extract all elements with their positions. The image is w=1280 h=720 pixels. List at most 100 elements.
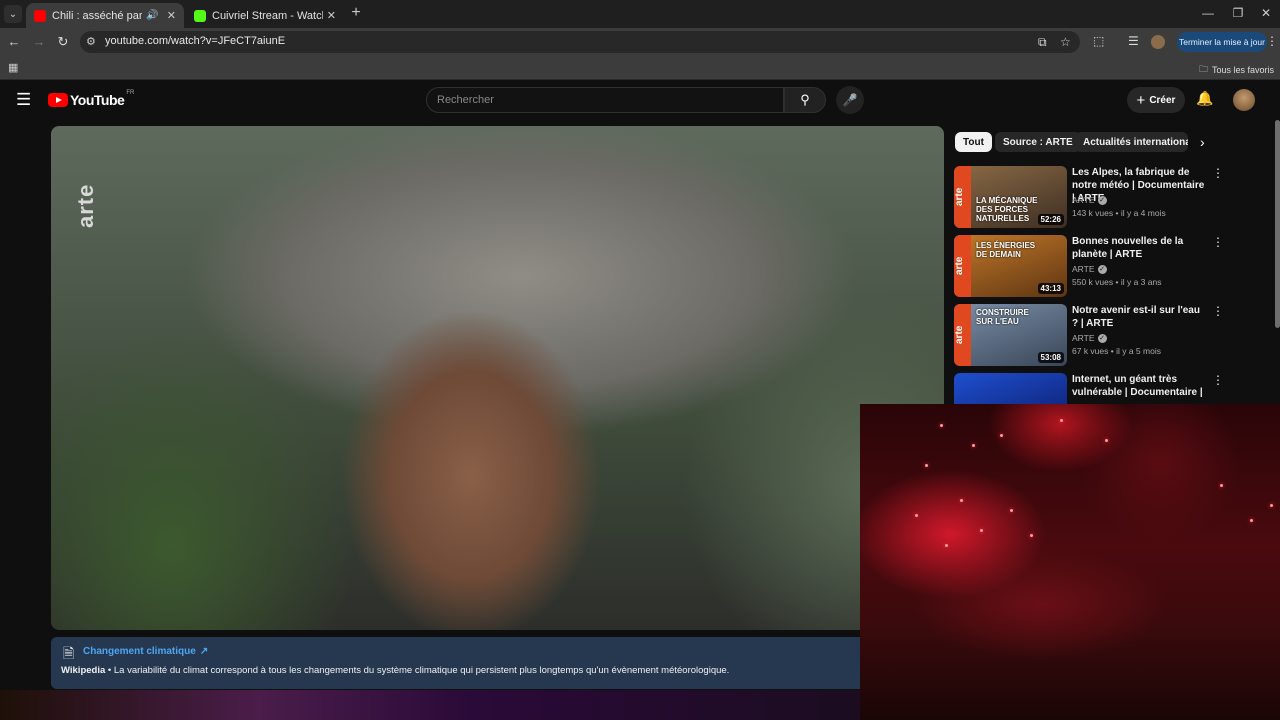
site-info-icon[interactable]: ⚙ [86, 35, 96, 48]
search-button[interactable]: ⚲ [784, 87, 826, 113]
info-panel: 🗎 Changement climatique ↗ Wikipedia • La… [51, 637, 944, 689]
address-toolbar: ← → ↻ ⚙ youtube.com/watch?v=JFeCT7aiunE … [0, 28, 1280, 56]
close-tab-icon[interactable]: ✕ [167, 9, 176, 22]
video-duration: 52:26 [1037, 214, 1064, 225]
fairy-light [925, 464, 928, 467]
tab-youtube[interactable]: Chili : asséché par les data c 🔊 ✕ [26, 3, 184, 28]
reading-list-icon[interactable]: ☰ [1128, 34, 1139, 48]
external-link-icon: ↗ [199, 646, 209, 657]
video-thumbnail[interactable]: arte LA MÉCANIQUE DES FORCES NATURELLES … [954, 166, 1067, 228]
microphone-icon: 🎤 [842, 93, 858, 107]
info-panel-link[interactable]: Changement climatique ↗ [83, 646, 208, 657]
channel-name[interactable]: ARTE ✓ [1072, 333, 1107, 343]
close-tab-icon[interactable]: ✕ [327, 9, 336, 22]
menu-icon[interactable]: ☰ [16, 90, 31, 110]
restore-icon[interactable]: ❐ [1228, 6, 1248, 20]
thumbnail-caption: CONSTRUIRE SUR L'EAU [976, 308, 1029, 326]
recommendation-item[interactable]: Internet, un géant très vulnérable | Doc… [954, 373, 1234, 405]
minimize-icon[interactable]: — [1198, 6, 1218, 20]
fairy-light [980, 529, 983, 532]
tab-kick-stream[interactable]: Cuivriel Stream - Watch Live on ✕ [186, 3, 344, 28]
chip-source-arte[interactable]: Source : ARTE [995, 132, 1081, 152]
arte-stripe: arte [954, 235, 971, 297]
fairy-light [915, 514, 918, 517]
video-title[interactable]: Bonnes nouvelles de la planète | ARTE [1072, 235, 1206, 261]
youtube-logo[interactable]: YouTube FR [48, 90, 134, 108]
youtube-header: ☰ YouTube FR ⚲ 🎤 + Créer 🔔 [0, 80, 1280, 120]
user-avatar[interactable] [1233, 89, 1255, 111]
more-options-icon[interactable]: ⋮ [1212, 235, 1224, 249]
fairy-light [972, 444, 975, 447]
extensions-icon[interactable]: ⬚ [1093, 34, 1104, 48]
search-box[interactable] [426, 87, 784, 113]
voice-search-button[interactable]: 🎤 [836, 86, 864, 114]
video-duration: 53:08 [1037, 352, 1064, 363]
profile-avatar[interactable] [1151, 35, 1165, 49]
video-title[interactable]: Notre avenir est-il sur l'eau ? | ARTE [1072, 304, 1206, 330]
channel-name[interactable]: ARTE ✓ [1072, 264, 1107, 274]
cast-icon[interactable]: ⧉ [1038, 35, 1047, 50]
ambient-background [0, 690, 860, 720]
video-meta: 67 k vues • il y a 5 mois [1072, 346, 1161, 356]
upload-age: il y a 3 ans [1120, 277, 1162, 287]
folder-icon: 🗀 [1198, 64, 1208, 74]
video-thumbnail[interactable]: arte LES ÉNERGIES DE DEMAIN 43:13 [954, 235, 1067, 297]
tab-search-icon[interactable]: ⌄ [4, 5, 22, 23]
arte-stripe: arte [954, 304, 971, 366]
info-panel-title: Changement climatique [83, 646, 196, 657]
youtube-favicon-icon [34, 9, 46, 22]
close-window-icon[interactable]: ✕ [1256, 6, 1276, 20]
notifications-bell-icon[interactable]: 🔔 [1196, 90, 1213, 107]
create-label: Créer [1149, 94, 1176, 106]
verified-icon: ✓ [1097, 195, 1107, 205]
recommendation-item[interactable]: arte LA MÉCANIQUE DES FORCES NATURELLES … [954, 166, 1234, 228]
document-icon: 🗎 [63, 645, 75, 661]
apps-grid-icon[interactable]: ▦ [8, 61, 18, 74]
chevron-right-icon[interactable]: › [1200, 134, 1205, 150]
info-source: Wikipedia [61, 665, 106, 676]
search-input[interactable] [427, 88, 783, 112]
channel-label: ARTE [1072, 195, 1095, 205]
update-button[interactable]: Terminer la mise à jour [1177, 32, 1267, 52]
forward-icon[interactable]: → [31, 34, 47, 50]
new-tab-icon[interactable]: + [348, 5, 364, 21]
more-options-icon[interactable]: ⋮ [1212, 304, 1224, 318]
search-icon: ⚲ [800, 92, 810, 107]
video-title[interactable]: Internet, un géant très vulnérable | Doc… [1072, 373, 1206, 405]
verified-icon: ✓ [1097, 333, 1107, 343]
chip-international-news[interactable]: Actualités internationales [1075, 132, 1188, 152]
verified-icon: ✓ [1097, 264, 1107, 274]
reload-icon[interactable]: ↻ [55, 34, 71, 50]
all-bookmarks-label: Tous les favoris [1211, 65, 1274, 75]
channel-label: ARTE [1072, 264, 1095, 274]
arte-stripe: arte [954, 166, 971, 228]
youtube-play-icon [48, 93, 68, 107]
back-icon[interactable]: ← [6, 34, 22, 50]
fairy-light [1250, 519, 1253, 522]
url-text[interactable]: youtube.com/watch?v=JFeCT7aiunE [105, 35, 285, 47]
fairy-light [940, 424, 943, 427]
plus-icon: + [1136, 91, 1146, 109]
video-thumbnail[interactable]: arte CONSTRUIRE SUR L'EAU 53:08 [954, 304, 1067, 366]
bookmark-star-icon[interactable]: ☆ [1060, 35, 1071, 49]
channel-name[interactable]: ARTE ✓ [1072, 195, 1107, 205]
thumbnail-caption: LES ÉNERGIES DE DEMAIN [976, 241, 1036, 259]
create-button[interactable]: + Créer [1127, 87, 1185, 113]
video-thumbnail[interactable] [954, 373, 1067, 405]
more-options-icon[interactable]: ⋮ [1212, 166, 1224, 180]
recommendation-item[interactable]: arte LES ÉNERGIES DE DEMAIN 43:13 Bonnes… [954, 235, 1234, 297]
upload-age: il y a 4 mois [1120, 208, 1166, 218]
all-bookmarks-button[interactable]: 🗀 Tous les favoris [1199, 62, 1274, 78]
video-player[interactable]: arte [51, 126, 944, 630]
info-description: • La variabilité du climat correspond à … [105, 665, 730, 676]
fairy-light [1270, 504, 1273, 507]
chip-all[interactable]: Tout [955, 132, 992, 152]
page-scrollbar[interactable] [1275, 120, 1280, 328]
more-options-icon[interactable]: ⋮ [1212, 373, 1224, 387]
speaker-icon[interactable]: 🔊 [146, 10, 158, 21]
fairy-light [945, 544, 948, 547]
recommendation-item[interactable]: arte CONSTRUIRE SUR L'EAU 53:08 Notre av… [954, 304, 1234, 366]
view-count: 143 k vues [1072, 208, 1114, 218]
omnibox[interactable]: ⚙ youtube.com/watch?v=JFeCT7aiunE ⧉ ☆ [80, 31, 1080, 53]
browser-menu-icon[interactable]: ⋮ [1266, 34, 1278, 48]
